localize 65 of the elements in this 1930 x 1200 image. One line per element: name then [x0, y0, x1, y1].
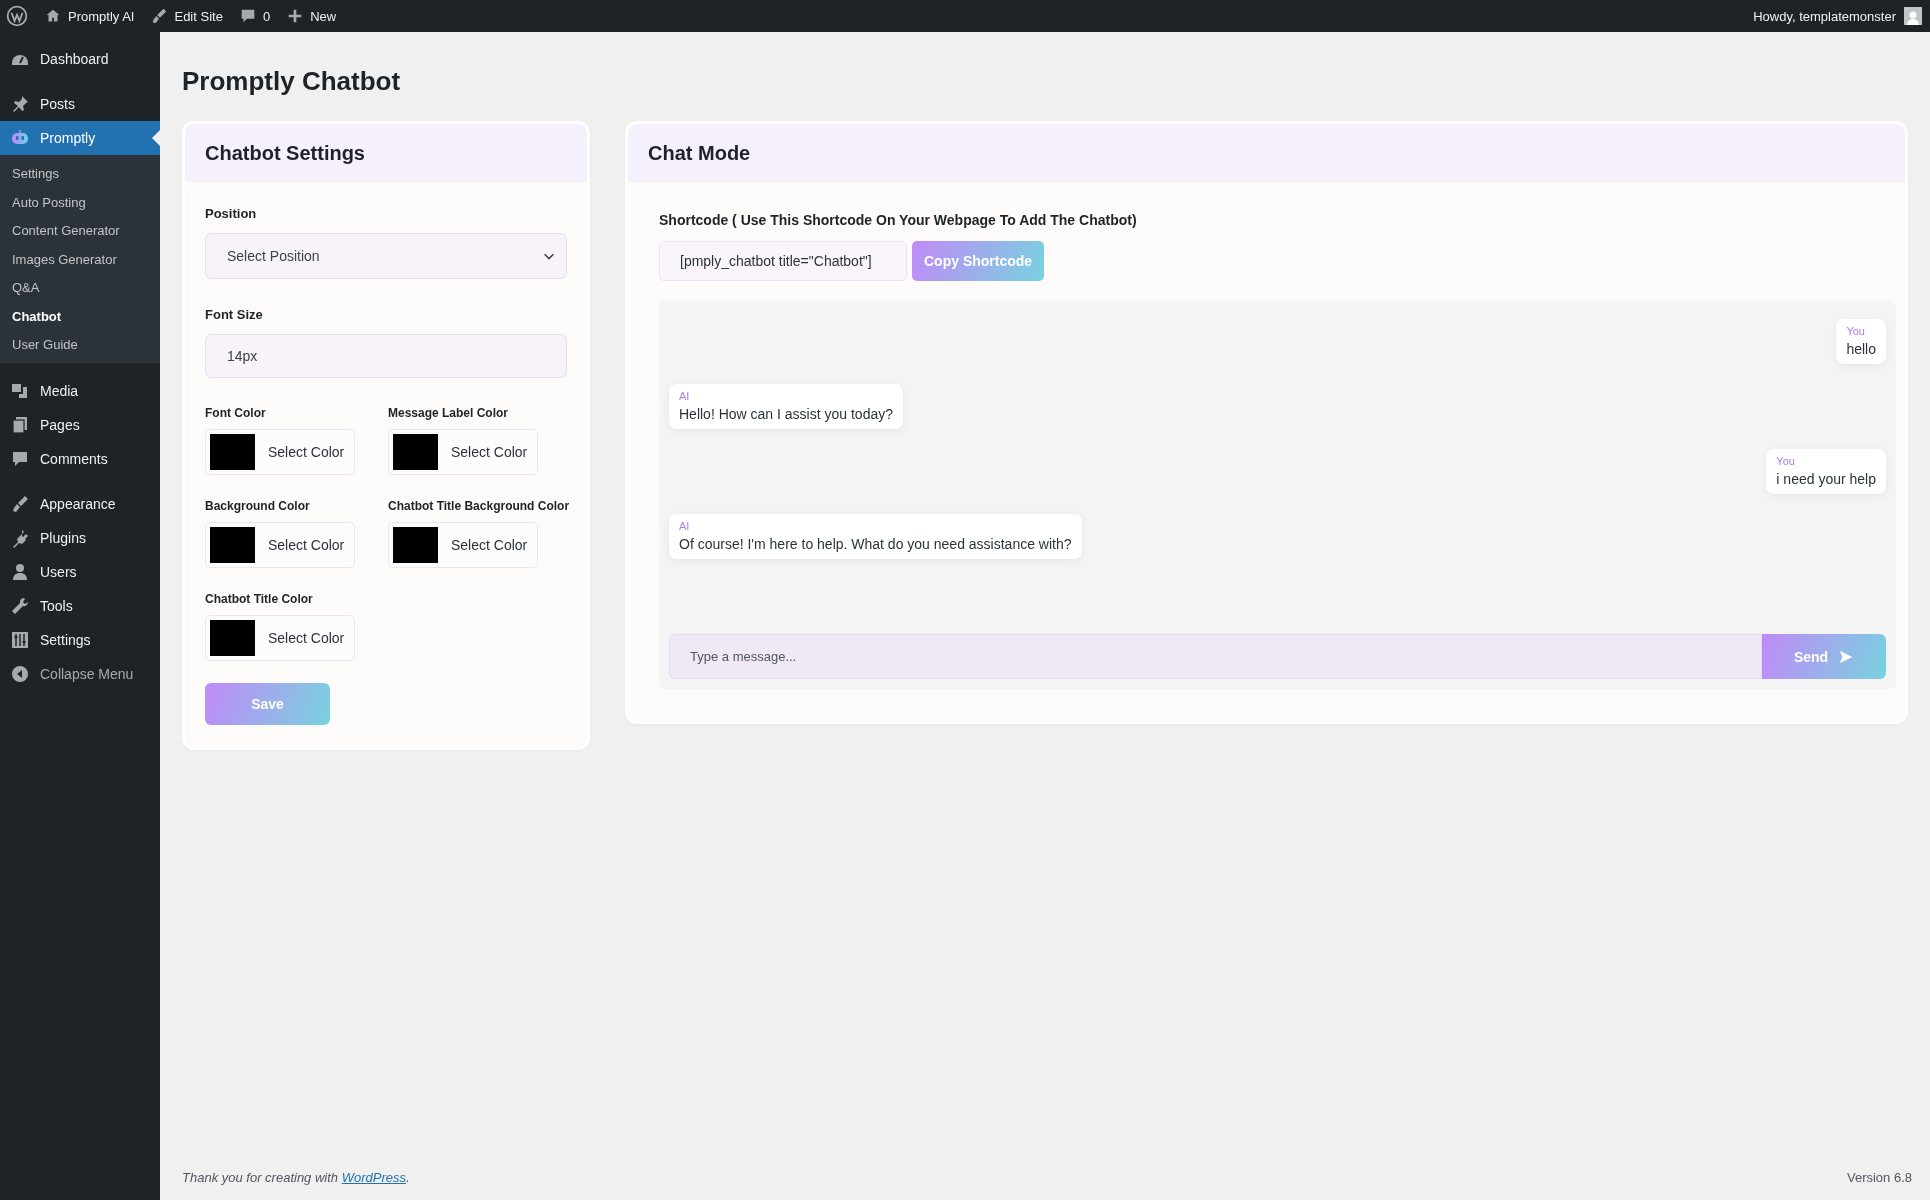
- pages-icon: [10, 414, 30, 435]
- avatar-icon[interactable]: [1904, 7, 1922, 25]
- color-picker-button[interactable]: Select Color: [388, 522, 538, 568]
- brush-icon: [150, 7, 169, 25]
- sidebar-item[interactable]: Dashboard: [0, 42, 160, 76]
- sidebar-item[interactable]: Pages: [0, 407, 160, 442]
- message-input[interactable]: Type a message...: [669, 634, 1762, 679]
- version-text: Version 6.8: [1846, 1169, 1912, 1185]
- sidebar-item[interactable]: Plugins: [0, 520, 160, 555]
- wordpress-link[interactable]: WordPress: [341, 1169, 406, 1185]
- wordpress-logo-icon: [6, 5, 28, 27]
- sidebar-item[interactable]: Tools: [0, 588, 160, 623]
- sidebar-item[interactable]: Posts: [0, 87, 160, 121]
- field-label: Position: [205, 206, 257, 221]
- submenu-item[interactable]: Images Generator: [0, 245, 160, 274]
- admin-bar-link[interactable]: New: [310, 8, 337, 24]
- user-silhouette-icon: [1905, 9, 1921, 25]
- sidebar-item[interactable]: Users: [0, 554, 160, 589]
- message-text: hello: [1846, 341, 1876, 357]
- color-picker-button[interactable]: Select Color: [205, 615, 355, 661]
- brush-icon: [10, 493, 30, 514]
- greeting-link[interactable]: Howdy, templatemonster: [1753, 8, 1896, 24]
- card-title: Chatbot Settings: [185, 124, 587, 182]
- color-picker-button[interactable]: Select Color: [205, 429, 355, 475]
- submenu-item[interactable]: User Guide: [0, 331, 160, 360]
- user-icon: [10, 561, 30, 582]
- submenu-item[interactable]: Chatbot: [0, 302, 160, 331]
- sliders-icon: [10, 629, 30, 650]
- field-label: Font Color: [205, 406, 266, 420]
- field-label: Chatbot Title Background Color: [388, 499, 570, 513]
- submenu-item[interactable]: Auto Posting: [0, 188, 160, 217]
- submenu-item[interactable]: Settings: [0, 160, 160, 189]
- message-text: Of course! I'm here to help. What do you need assistance with?: [679, 536, 1072, 552]
- sender-label: You: [1846, 325, 1865, 337]
- field-label: Background Color: [205, 499, 310, 513]
- wrench-icon: [10, 595, 30, 616]
- admin-bar-link[interactable]: Edit Site: [174, 8, 223, 24]
- message-text: i need your help: [1776, 471, 1876, 487]
- message-text: Hello! How can I assist you today?: [679, 406, 893, 422]
- sidebar-item[interactable]: Promptly: [0, 121, 160, 155]
- page-title: Promptly Chatbot: [182, 66, 402, 97]
- sidebar-item[interactable]: Comments: [0, 441, 160, 476]
- submenu-item[interactable]: Q&A: [0, 274, 160, 303]
- color-picker-button[interactable]: Select Color: [388, 429, 538, 475]
- position-dropdown[interactable]: Select Position: [205, 233, 567, 279]
- field-label: Font Size: [205, 307, 263, 322]
- font-size-input[interactable]: 14px: [205, 334, 567, 378]
- sidebar-item[interactable]: Appearance: [0, 486, 160, 521]
- field-label: Chatbot Title Color: [205, 592, 313, 606]
- shortcode-field[interactable]: [pmply_chatbot title="Chatbot"]: [659, 241, 907, 281]
- sidebar-item[interactable]: Settings: [0, 622, 160, 657]
- sender-label: AI: [679, 390, 690, 402]
- footer-text: Thank you for creating with WordPress.: [182, 1169, 410, 1185]
- field-label: Shortcode ( Use This Shortcode On Your Webpage To Add The Chatbot): [659, 212, 1137, 228]
- comment-count[interactable]: 0: [262, 8, 271, 24]
- sender-label: You: [1776, 455, 1795, 467]
- sender-label: AI: [679, 520, 690, 532]
- submenu-item[interactable]: Content Generator: [0, 217, 160, 246]
- field-label: Message Label Color: [388, 406, 509, 420]
- admin-bar-link[interactable]: Promptly AI: [68, 8, 135, 24]
- sidebar-item[interactable]: Collapse Menu: [0, 656, 160, 691]
- card-title: Chat Mode: [628, 124, 1905, 182]
- color-picker-button[interactable]: Select Color: [205, 522, 355, 568]
- sidebar-item[interactable]: Media: [0, 373, 160, 408]
- collapse-icon: [10, 663, 30, 684]
